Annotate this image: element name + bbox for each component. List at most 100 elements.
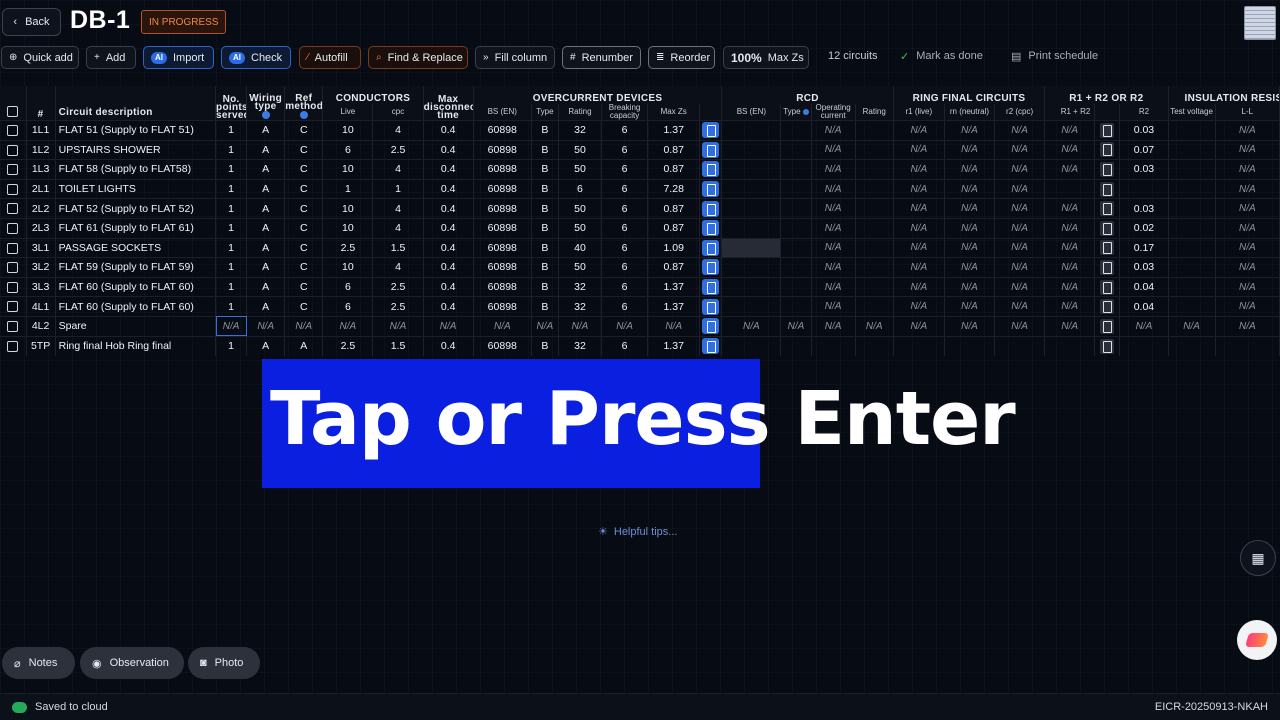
ocpd-rating[interactable]: 6 (558, 179, 603, 199)
max-zs[interactable]: 1.37 (647, 296, 701, 317)
r1-plus-r2[interactable]: N/A (1044, 120, 1096, 141)
r1-plus-r2[interactable]: N/A (1044, 198, 1096, 219)
test-voltage[interactable] (1168, 336, 1216, 356)
table-row[interactable]: 4L2 Spare N/A N/A N/A N/A N/A N/A N/A N/A N/A N/A N/… (0, 316, 1280, 337)
wiring-type[interactable]: A (246, 179, 286, 199)
rn-neutral[interactable]: N/A (944, 159, 996, 180)
r2-cpc[interactable]: N/A (994, 296, 1046, 317)
max-disconnect-time[interactable]: 0.4 (423, 179, 474, 199)
operating-current[interactable]: N/A (811, 277, 856, 297)
ocpd-rating[interactable]: 50 (558, 218, 603, 239)
conductor-live[interactable]: 10 (322, 198, 374, 219)
row-select-cell[interactable] (0, 140, 27, 160)
ocpd-bs-en[interactable]: 60898 (473, 159, 532, 180)
r2-cpc[interactable]: N/A (994, 238, 1046, 258)
max-zs[interactable]: 0.87 (647, 257, 701, 278)
breaking-capacity[interactable]: 6 (601, 120, 649, 141)
r2-cpc[interactable]: N/A (994, 257, 1046, 278)
max-zs[interactable]: 1.09 (647, 238, 701, 258)
r2-cpc[interactable]: N/A (994, 179, 1046, 199)
r2-calc-cell[interactable] (1094, 218, 1121, 239)
conductor-live[interactable]: 6 (322, 296, 374, 317)
ref-method[interactable]: C (284, 140, 324, 160)
circuit-description[interactable]: FLAT 60 (Supply to FLAT 60) (55, 296, 217, 317)
max-zs[interactable]: 0.87 (647, 218, 701, 239)
assistant-button[interactable] (1237, 620, 1277, 660)
points-served[interactable]: 1 (215, 218, 248, 239)
max-disconnect-time[interactable]: N/A (423, 316, 474, 337)
ocpd-rating[interactable]: 40 (558, 238, 603, 258)
wiring-type[interactable]: A (246, 120, 286, 141)
calculator-icon[interactable] (702, 220, 720, 237)
insulation-ll[interactable]: N/A (1215, 198, 1280, 219)
r2-value[interactable] (1119, 336, 1169, 356)
wiring-type[interactable]: A (246, 336, 286, 356)
table-row[interactable]: 2L1 TOILET LIGHTS 1 A C 1 1 0.4 60898 B 6 6 7.28 N/A N… (0, 179, 1280, 199)
rcd-bs-en[interactable] (721, 238, 782, 258)
breaking-capacity[interactable]: 6 (601, 257, 649, 278)
row-checkbox[interactable] (7, 222, 19, 234)
circuit-description[interactable]: Spare (55, 316, 217, 337)
test-voltage[interactable] (1168, 218, 1216, 239)
circuit-description[interactable]: FLAT 59 (Supply to FLAT 59) (55, 257, 217, 278)
conductor-live[interactable]: 10 (322, 120, 374, 141)
max-zs[interactable]: 1.37 (647, 336, 701, 356)
wiring-type[interactable]: A (246, 159, 286, 180)
row-checkbox[interactable] (7, 242, 19, 254)
ref-method[interactable]: C (284, 218, 324, 239)
r2-cpc[interactable]: N/A (994, 316, 1046, 337)
add-button[interactable]: + Add (86, 46, 136, 69)
operating-current[interactable]: N/A (811, 257, 856, 278)
circuit-number[interactable]: 5TP (26, 336, 56, 356)
ocpd-bs-en[interactable]: 60898 (473, 120, 532, 141)
rcd-bs-en[interactable] (721, 336, 782, 356)
row-select-cell[interactable] (0, 198, 27, 219)
table-row[interactable]: 1L2 UPSTAIRS SHOWER 1 A C 6 2.5 0.4 60898 B 50 6 0.8… (0, 140, 1280, 160)
rcd-type[interactable] (780, 140, 812, 160)
notes-button[interactable]: ⌀ Notes (2, 647, 75, 679)
rcd-rating[interactable] (855, 140, 894, 160)
table-row[interactable]: 3L1 PASSAGE SOCKETS 1 A C 2.5 1.5 0.4 60898 B 40 6 1… (0, 238, 1280, 258)
r2-calc-cell[interactable] (1094, 277, 1121, 297)
table-row[interactable]: 3L3 FLAT 60 (Supply to FLAT 60) 1 A C 6 2.5 0.4… (0, 277, 1280, 297)
wiring-type[interactable]: A (246, 277, 286, 297)
points-served[interactable]: 1 (215, 277, 248, 297)
r1-live[interactable]: N/A (893, 198, 945, 219)
r1-live[interactable] (893, 336, 945, 356)
points-served[interactable]: 1 (215, 257, 248, 278)
conductor-live[interactable]: 6 (322, 277, 374, 297)
rcd-rating[interactable] (855, 120, 894, 141)
r2-cpc[interactable]: N/A (994, 218, 1046, 239)
rcd-type[interactable] (780, 296, 812, 317)
conductor-cpc[interactable]: 1.5 (372, 336, 424, 356)
ref-method[interactable]: C (284, 238, 324, 258)
max-disconnect-time[interactable]: 0.4 (423, 140, 474, 160)
r2-value[interactable] (1119, 179, 1169, 199)
operating-current[interactable]: N/A (811, 238, 856, 258)
row-checkbox[interactable] (7, 301, 19, 313)
points-served[interactable]: 1 (215, 120, 248, 141)
rcd-bs-en[interactable] (721, 198, 782, 219)
info-icon[interactable] (802, 108, 809, 115)
table-row[interactable]: 1L1 FLAT 51 (Supply to FLAT 51) 1 A C 10 4 0.4 6… (0, 120, 1280, 141)
rn-neutral[interactable]: N/A (944, 179, 996, 199)
ocpd-bs-en[interactable]: 60898 (473, 198, 532, 219)
rcd-bs-en[interactable] (721, 296, 782, 317)
test-voltage[interactable]: N/A (1168, 316, 1216, 337)
rn-neutral[interactable]: N/A (944, 316, 996, 337)
rcd-rating[interactable] (855, 238, 894, 258)
r1-live[interactable]: N/A (893, 238, 945, 258)
r1-live[interactable]: N/A (893, 159, 945, 180)
r2-value[interactable]: N/A (1119, 316, 1169, 337)
r2-value[interactable]: 0.04 (1119, 296, 1169, 317)
row-checkbox[interactable] (7, 262, 19, 274)
points-served[interactable]: N/A (215, 316, 248, 337)
rcd-type[interactable]: N/A (780, 316, 812, 337)
max-disconnect-time[interactable]: 0.4 (423, 336, 474, 356)
r1-plus-r2[interactable]: N/A (1044, 296, 1096, 317)
rcd-rating[interactable] (855, 198, 894, 219)
ai-check-button[interactable]: AI Check (221, 46, 291, 69)
conductor-cpc[interactable]: 4 (372, 257, 424, 278)
rcd-type[interactable] (780, 238, 812, 258)
ocpd-bs-en[interactable]: 60898 (473, 218, 532, 239)
